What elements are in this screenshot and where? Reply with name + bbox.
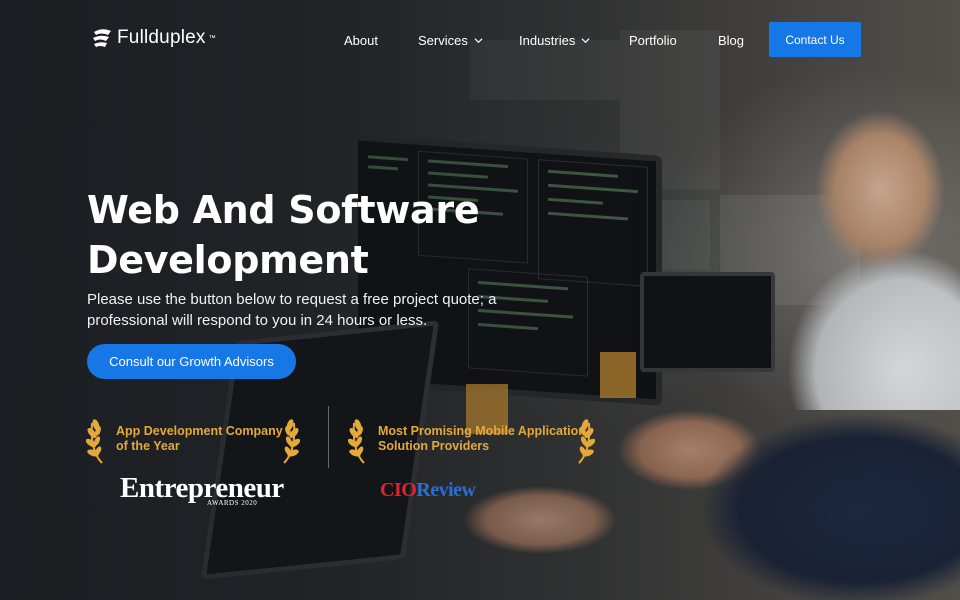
nav-item-about[interactable]: About (344, 33, 378, 48)
cioreview-logo: CIOReview (380, 479, 476, 502)
title-line-2: Development (87, 238, 369, 282)
page-title: Web And Software Development (87, 185, 507, 285)
nav-label: Services (418, 33, 468, 48)
cioreview-logo-part-2: Review (416, 479, 476, 501)
consult-growth-advisors-button[interactable]: Consult our Growth Advisors (87, 344, 296, 379)
award-divider (328, 406, 329, 468)
entrepreneur-logo: Entrepreneur (120, 472, 284, 504)
laurel-icon (578, 419, 595, 464)
cioreview-logo-part-1: CIO (380, 479, 417, 501)
nav-label: Blog (718, 33, 745, 48)
award-line-2: Solution Providers (378, 439, 490, 453)
award-cioreview: Most Promising Mobile Application Soluti… (348, 413, 594, 465)
award-line-1: App Development Company (116, 424, 283, 438)
brand-name: Fullduplex (117, 27, 206, 48)
brand-logo[interactable]: Fullduplex ™ (90, 26, 216, 50)
hero-subtitle: Please use the button below to request a… (87, 291, 497, 329)
award-title: Most Promising Mobile Application Soluti… (370, 424, 594, 454)
contact-us-button[interactable]: Contact Us (769, 22, 861, 57)
laurel-icon (86, 419, 103, 464)
award-line-1: Most Promising Mobile Application (378, 424, 586, 438)
brand-trademark: ™ (208, 34, 216, 42)
nav-label: Portfolio (629, 33, 677, 48)
hero-section: Fullduplex ™ About Services Industries P… (0, 0, 960, 600)
entrepreneur-awards-year: AWARDS 2020 (207, 499, 258, 507)
nav-item-industries[interactable]: Industries (519, 33, 590, 48)
nav-item-blog[interactable]: Blog (718, 33, 744, 48)
chevron-down-icon (581, 38, 590, 44)
award-entrepreneur: App Development Company of the Year (86, 413, 291, 465)
nav-item-portfolio[interactable]: Portfolio (629, 33, 677, 48)
award-line-2: of the Year (116, 439, 180, 453)
laurel-icon (283, 419, 300, 464)
nav-item-services[interactable]: Services (418, 33, 483, 48)
chevron-down-icon (474, 38, 483, 44)
nav-label: About (344, 33, 378, 48)
award-title: App Development Company of the Year (108, 424, 291, 454)
site-header: Fullduplex ™ About Services Industries P… (0, 0, 960, 80)
nav-label: Industries (519, 33, 576, 48)
fullduplex-logo-icon (93, 29, 111, 47)
title-line-1: Web And Software (87, 188, 480, 232)
laurel-icon (348, 419, 365, 464)
